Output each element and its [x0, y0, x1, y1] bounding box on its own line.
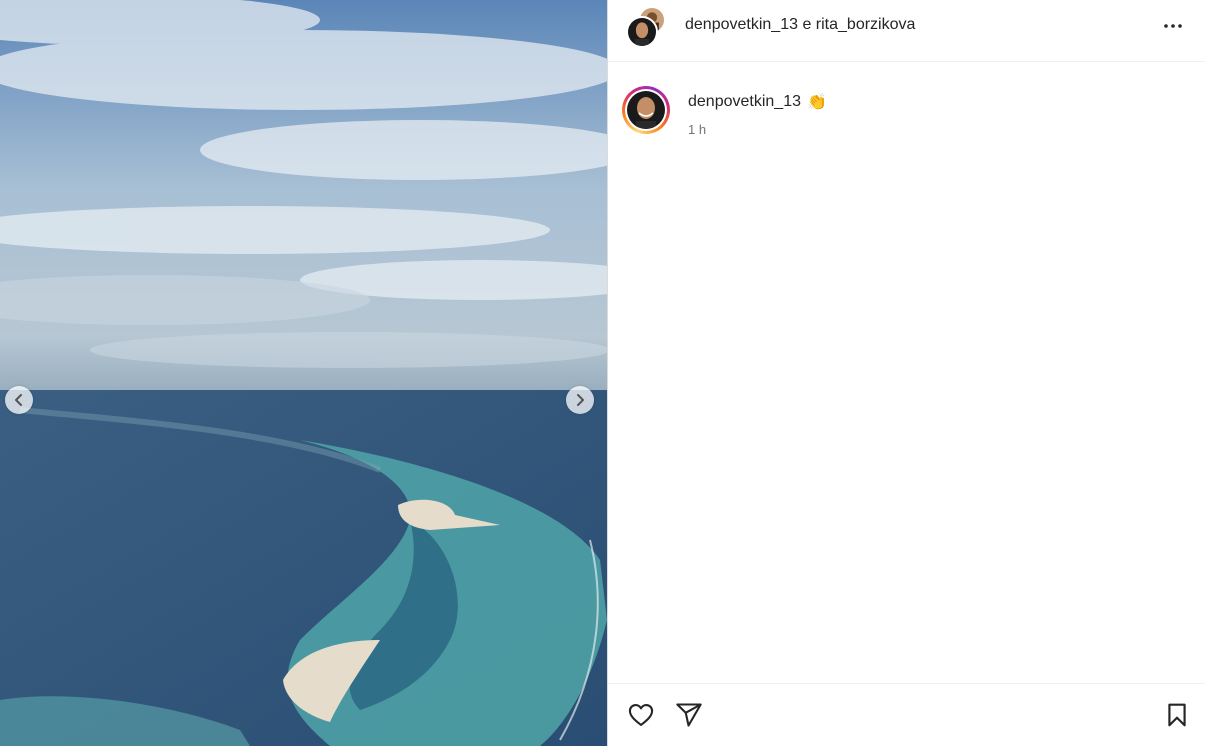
- like-button[interactable]: [626, 700, 656, 730]
- avatar: [626, 16, 658, 48]
- caption-username[interactable]: denpovetkin_13: [688, 93, 801, 110]
- chevron-left-icon: [15, 394, 22, 406]
- bookmark-icon: [1168, 703, 1186, 727]
- post-side-panel: denpovetkin_13 e rita_borzikova denpovet…: [608, 0, 1205, 746]
- chevron-right-icon: [577, 394, 584, 406]
- previous-photo-button[interactable]: [5, 386, 33, 414]
- caption: denpovetkin_13 👏 1 h: [622, 84, 1192, 144]
- post-media: [0, 0, 607, 746]
- post-header: denpovetkin_13 e rita_borzikova: [608, 0, 1205, 62]
- more-options-button[interactable]: [1161, 14, 1185, 38]
- header-connector: e: [802, 16, 812, 33]
- post-time[interactable]: 1 h: [688, 122, 706, 137]
- action-bar: [608, 683, 1205, 746]
- more-horizontal-icon: [1164, 24, 1182, 28]
- clapping-hands-emoji: 👏: [806, 94, 827, 111]
- header-username-2[interactable]: rita_borzikova: [816, 16, 916, 33]
- story-ring[interactable]: [622, 86, 670, 134]
- save-button[interactable]: [1162, 700, 1192, 730]
- next-photo-button[interactable]: [566, 386, 594, 414]
- collab-avatars[interactable]: [626, 6, 668, 48]
- share-button[interactable]: [674, 700, 704, 730]
- aerial-atoll-photo: [0, 0, 607, 746]
- header-username-1[interactable]: denpovetkin_13: [685, 16, 798, 33]
- heart-icon: [628, 704, 654, 726]
- send-icon: [676, 703, 702, 727]
- avatar: [627, 91, 665, 129]
- collab-usernames: denpovetkin_13 e rita_borzikova: [685, 16, 915, 34]
